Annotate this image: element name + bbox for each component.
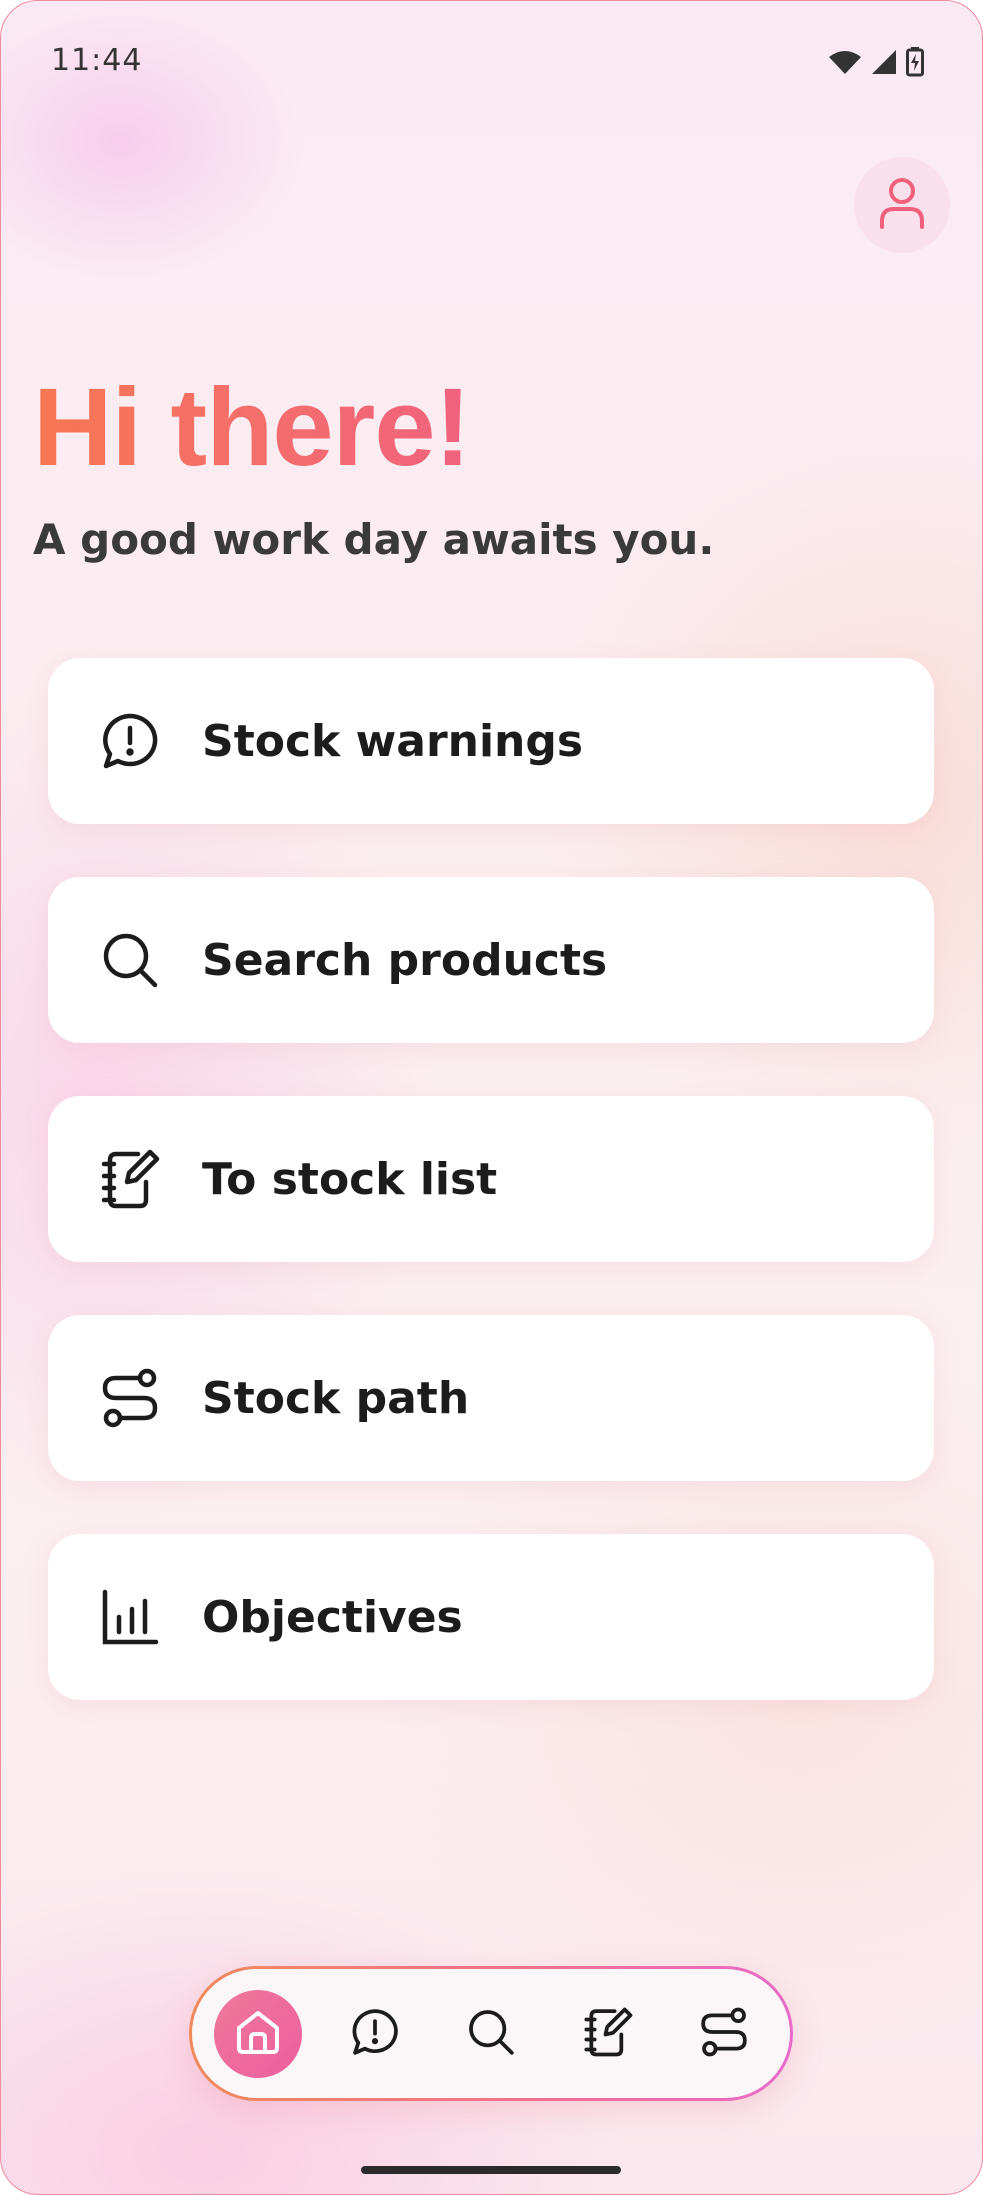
- menu-item-stock-path[interactable]: Stock path: [48, 1315, 934, 1481]
- menu-item-to-stock-list[interactable]: To stock list: [48, 1096, 934, 1262]
- nav-to-stock-list[interactable]: [564, 1990, 652, 2078]
- menu-item-search-products[interactable]: Search products: [48, 877, 934, 1043]
- menu-item-label: To stock list: [202, 1153, 498, 1205]
- menu-item-label: Stock warnings: [202, 715, 584, 767]
- status-icons: [828, 47, 924, 81]
- menu-item-label: Objectives: [202, 1591, 463, 1643]
- battery-icon: [906, 47, 924, 81]
- menu-item-label: Stock path: [202, 1372, 470, 1424]
- wifi-icon: [828, 49, 862, 79]
- signal-icon: [870, 49, 898, 79]
- greeting-title: Hi there!: [33, 363, 471, 493]
- search-icon: [466, 2007, 516, 2061]
- greeting-subtitle: A good work day awaits you.: [33, 515, 715, 564]
- nav-home[interactable]: [214, 1989, 302, 2078]
- main-menu: Stock warnings Search products To stock …: [48, 658, 934, 1753]
- nav-stock-warnings[interactable]: [331, 1990, 419, 2078]
- profile-button[interactable]: [854, 157, 950, 253]
- menu-item-label: Search products: [202, 934, 608, 986]
- notebook-edit-icon: [583, 2006, 633, 2062]
- nav-search[interactable]: [447, 1990, 535, 2078]
- notebook-edit-icon: [98, 1147, 162, 1211]
- alert-chat-icon: [98, 709, 162, 773]
- bar-chart-icon: [98, 1585, 162, 1649]
- bottom-nav-bar: [192, 1969, 790, 2098]
- nav-stock-path[interactable]: [680, 1990, 768, 2078]
- home-icon: [234, 2008, 282, 2060]
- user-icon: [878, 177, 926, 233]
- home-indicator[interactable]: [361, 2166, 621, 2174]
- route-icon: [699, 2007, 749, 2061]
- bottom-nav: [189, 1966, 793, 2101]
- menu-item-objectives[interactable]: Objectives: [48, 1534, 934, 1700]
- phone-screen: 11:44 Hi there! A good work day awaits y…: [0, 0, 983, 2195]
- status-time: 11:44: [51, 43, 143, 78]
- menu-item-stock-warnings[interactable]: Stock warnings: [48, 658, 934, 824]
- search-icon: [98, 928, 162, 992]
- route-icon: [98, 1366, 162, 1430]
- alert-chat-icon: [350, 2007, 400, 2061]
